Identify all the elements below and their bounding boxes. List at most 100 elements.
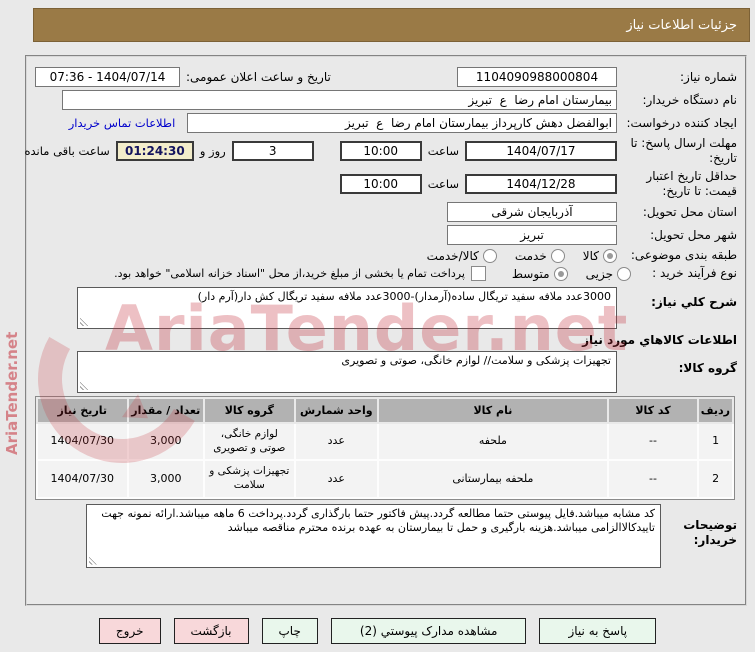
table-header-cell: گروه کالا — [203, 397, 296, 424]
table-cell: 3,000 — [126, 421, 206, 462]
table-header-cell: نام کالا — [377, 397, 609, 424]
remaining-time-field: 01:24:30 — [115, 141, 194, 161]
watermark-side-text: AriaTender.net — [3, 331, 21, 455]
buyer-org-field[interactable]: بیمارستان امام رضا ع تبریز — [62, 90, 617, 110]
table-cell: ملحفه بیمارستانی — [377, 459, 609, 499]
province-field[interactable]: آذربایجان شرقی — [447, 202, 617, 222]
price-validity-date-field[interactable]: 1404/12/28 — [465, 174, 617, 194]
table-row: 2 -- ملحفه بیمارستانی عدد تجهیزات پزشکی و سل… — [36, 459, 734, 499]
buyer-contact-link[interactable]: اطلاعات تماس خریدار — [63, 116, 181, 130]
table-cell: تجهیزات پزشکی و سلامت — [203, 459, 296, 499]
table-header-cell: تعداد / مقدار — [126, 397, 206, 424]
table-header-cell: کد کالا — [606, 397, 700, 424]
goods-group-row: گروه کالا: تجهیزات پزشکی و سلامت// لوازم… — [35, 351, 737, 393]
goods-table-body: 1 -- ملحفه عدد لوازم خانگی، صوتی و تصویری 3,0… — [36, 421, 734, 499]
table-cell: عدد — [293, 459, 380, 499]
radio-label: کالا — [582, 248, 599, 263]
table-cell: ملحفه — [377, 421, 609, 462]
table-cell: -- — [606, 421, 700, 462]
table-cell: لوازم خانگی، صوتی و تصویری — [203, 421, 296, 462]
buyer-notes-row: توضیحات خریدار: کد مشابه میباشد.فایل پیو… — [35, 503, 737, 568]
radio-label: جزیی — [585, 266, 613, 281]
city-field[interactable]: تبریز — [447, 225, 617, 245]
radio-label: خدمت — [514, 248, 547, 263]
table-header-cell: واحد شمارش — [293, 397, 380, 424]
radio-icon — [617, 266, 631, 281]
need-number-field[interactable]: 1104090988000804 — [457, 67, 617, 87]
buyer-org-label: نام دستگاه خریدار: — [642, 92, 738, 107]
subject-class-options: کالا خدمت کالا/خدمت — [426, 248, 617, 263]
radio-label: کالا/خدمت — [426, 248, 479, 263]
reply-deadline-hour-label: ساعت — [427, 144, 459, 158]
need-number-label: شماره نیاز: — [680, 69, 737, 84]
request-creator-row: ایجاد کننده درخواست: ابوالفضل دهش کارپرد… — [35, 113, 737, 133]
table-cell: 1404/07/30 — [36, 459, 129, 499]
table-cell: عدد — [293, 421, 380, 462]
table-header-cell: تاریخ نیاز — [36, 397, 129, 424]
subject-class-label: طبقه بندی موضوعی: — [630, 248, 737, 262]
price-validity-time-field[interactable]: 10:00 — [339, 174, 422, 194]
announce-datetime-label: تاریخ و ساعت اعلان عمومی: — [186, 69, 331, 84]
goods-table-wrapper: ردیف کد کالا نام کالا واحد شمارش گروه کالا تع… — [35, 396, 735, 500]
need-details-page: AriaTender.net AriaTender.net جزئیات اطل… — [0, 0, 755, 652]
button-bar: پاسخ به نیاز مشاهده مدارک پیوستي (2) چاپ با… — [0, 618, 755, 644]
exit-button[interactable]: خروج — [98, 618, 161, 644]
table-cell: 3,000 — [126, 459, 206, 499]
need-number-row: شماره نیاز: 1104090988000804 تاریخ و ساع… — [35, 67, 737, 87]
process-type-row: نوع فرآیند خرید : جزیی متوسط پرداخت تمام … — [35, 266, 737, 281]
goods-table: ردیف کد کالا نام کالا واحد شمارش گروه کالا تع… — [36, 397, 734, 499]
request-creator-field[interactable]: ابوالفضل دهش کارپرداز بیمارستان امام رضا… — [187, 113, 617, 133]
table-row: 1 -- ملحفه عدد لوازم خانگی، صوتی و تصویری 3,0… — [36, 421, 734, 462]
city-label: شهر محل تحویل: — [650, 227, 737, 242]
print-button[interactable]: چاپ — [261, 618, 318, 644]
province-row: استان محل تحویل: آذربایجان شرقی — [35, 202, 737, 222]
goods-section-title: اطلاعات کالاهاي مورد نیاز — [582, 333, 737, 347]
radio-label: متوسط — [511, 266, 550, 281]
request-creator-label: ایجاد کننده درخواست: — [626, 115, 737, 130]
subject-class-option-0[interactable]: کالا — [582, 248, 617, 263]
subject-class-option-2[interactable]: کالا/خدمت — [426, 248, 497, 263]
need-desc-textarea[interactable]: 3000عدد ملافه سفید تریگال ساده(آرمدار)-3… — [77, 287, 617, 329]
process-type-label: نوع فرآیند خرید : — [652, 266, 737, 280]
view-attachments-button[interactable]: مشاهده مدارک پیوستي (2) — [330, 618, 527, 644]
reply-deadline-date-field[interactable]: 1404/07/17 — [465, 141, 617, 161]
city-row: شهر محل تحویل: تبریز — [35, 225, 737, 245]
subject-class-option-1[interactable]: خدمت — [514, 248, 565, 263]
treasury-checkbox-label: پرداخت تمام یا بخشی از مبلغ خرید،از محل … — [114, 267, 465, 280]
process-type-options: جزیی متوسط — [511, 266, 631, 281]
remaining-days-field: 3 — [231, 141, 314, 161]
price-validity-row: حداقل تاریخ اعتبار قیمت: تا تاریخ: 1404/… — [35, 169, 737, 199]
radio-icon — [550, 248, 565, 263]
table-cell: 2 — [697, 459, 734, 499]
price-validity-hour-label: ساعت — [427, 177, 459, 191]
page-title: جزئیات اطلاعات نیاز — [33, 8, 750, 42]
need-desc-label: شرح کلي نیاز: — [651, 295, 737, 309]
goods-group-label: گروه کالا: — [678, 361, 737, 375]
table-header-cell: ردیف — [697, 397, 734, 424]
remaining-suffix-label: ساعت باقی مانده — [24, 144, 110, 158]
announce-datetime-field[interactable]: 07:36 - 1404/07/14 — [35, 67, 180, 87]
province-label: استان محل تحویل: — [642, 204, 737, 219]
subject-class-row: طبقه بندی موضوعی: کالا خدمت کالا/خدمت — [35, 248, 737, 263]
radio-icon — [482, 248, 497, 263]
table-cell: -- — [606, 459, 700, 499]
goods-table-header: ردیف کد کالا نام کالا واحد شمارش گروه کالا تع… — [36, 397, 734, 424]
buyer-org-row: نام دستگاه خریدار: بیمارستان امام رضا ع … — [35, 90, 737, 110]
reply-to-need-button[interactable]: پاسخ به نیاز — [539, 618, 657, 644]
buyer-notes-textarea[interactable]: کد مشابه میباشد.فایل پیوستی حتما مطالعه … — [86, 503, 661, 568]
details-panel: شماره نیاز: 1104090988000804 تاریخ و ساع… — [25, 55, 747, 606]
process-type-option-0[interactable]: جزیی — [585, 266, 631, 281]
treasury-checkbox[interactable] — [470, 266, 486, 281]
back-button[interactable]: بازگشت — [173, 618, 249, 644]
process-type-option-1[interactable]: متوسط — [511, 266, 568, 281]
table-header-row: ردیف کد کالا نام کالا واحد شمارش گروه کالا تع… — [36, 397, 734, 424]
reply-deadline-label: مهلت ارسال پاسخ: تا تاریخ: — [630, 136, 737, 165]
buyer-notes-label: توضیحات خریدار: — [683, 517, 737, 547]
table-cell: 1 — [697, 421, 734, 462]
need-desc-row: شرح کلي نیاز: 3000عدد ملافه سفید تریگال … — [35, 287, 737, 329]
table-cell: 1404/07/30 — [36, 421, 129, 462]
reply-deadline-time-field[interactable]: 10:00 — [339, 141, 422, 161]
goods-group-textarea[interactable]: تجهیزات پزشکی و سلامت// لوازم خانگی، صوت… — [77, 351, 617, 393]
radio-icon — [603, 248, 617, 263]
remaining-days-label: روز و — [199, 144, 226, 158]
